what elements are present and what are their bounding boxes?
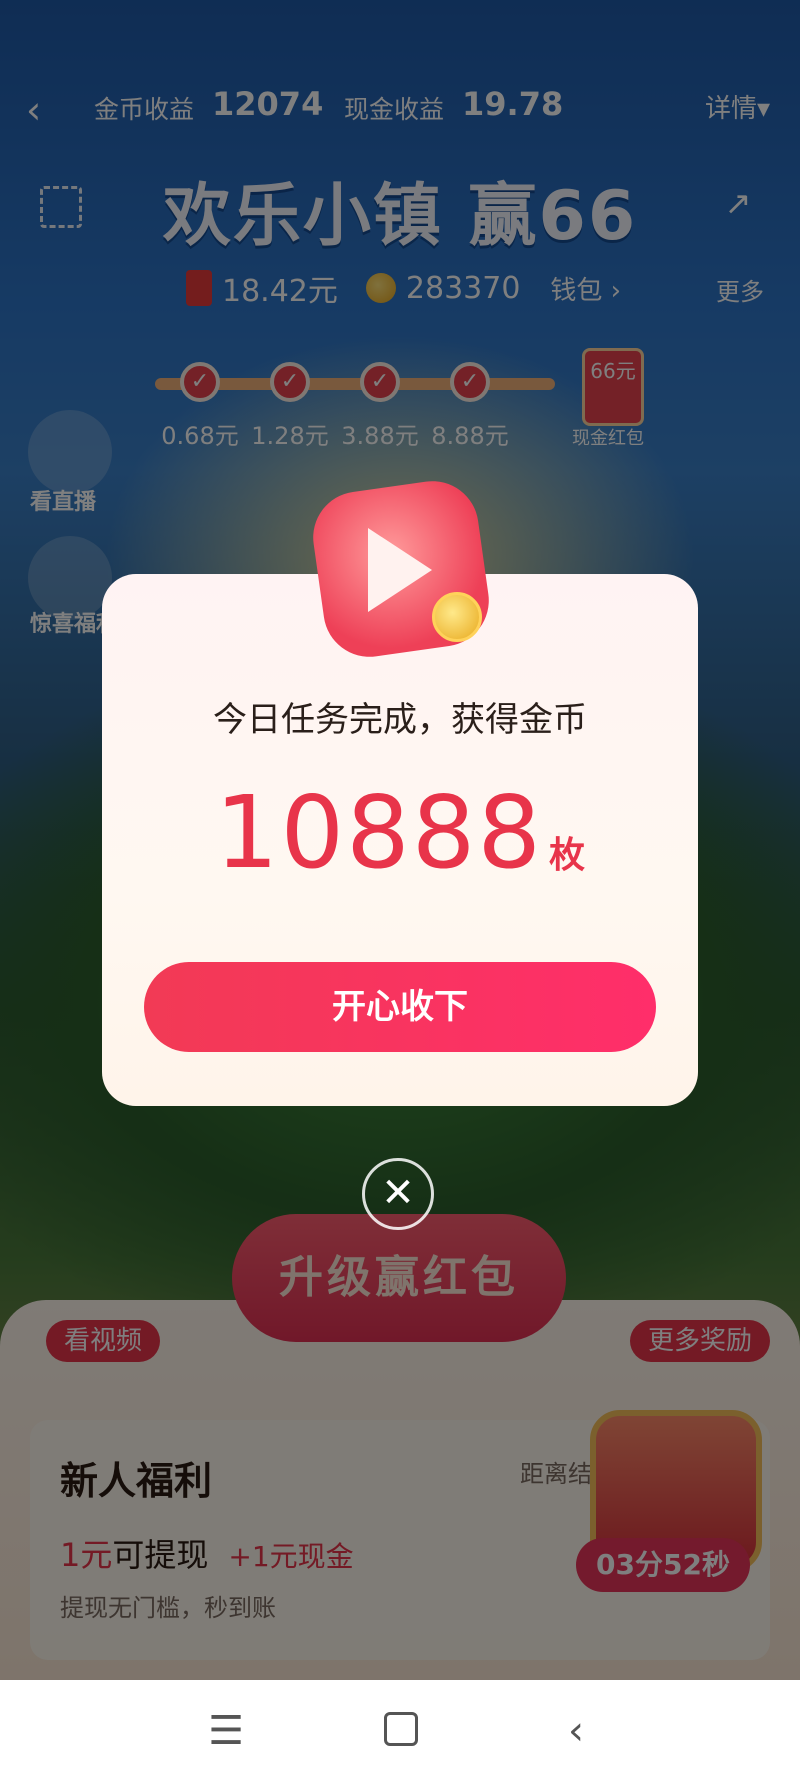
reward-amount: 10888 [214,774,544,891]
accept-reward-button[interactable]: 开心收下 [144,962,656,1052]
system-navbar: ☰ ‹ [0,1680,800,1778]
close-dialog-button[interactable]: ✕ [362,1158,434,1230]
reward-unit: 枚 [549,835,586,876]
dialog-message: 今日任务完成，获得金币 [213,700,587,740]
back-nav-icon[interactable]: ‹ [546,1708,606,1754]
coin-icon [432,592,482,642]
reward-amount-row: 10888 枚 [102,774,698,891]
home-icon[interactable] [384,1712,418,1746]
game-background: ‹ 金币收益 12074 现金收益 19.78 详情▾ 欢乐小镇 赢66 ↗ 1… [0,0,800,1680]
menu-icon[interactable]: ☰ [196,1708,256,1754]
reward-dialog: 今日任务完成，获得金币 10888 枚 开心收下 [102,574,698,1106]
play-triangle-icon [368,528,432,612]
